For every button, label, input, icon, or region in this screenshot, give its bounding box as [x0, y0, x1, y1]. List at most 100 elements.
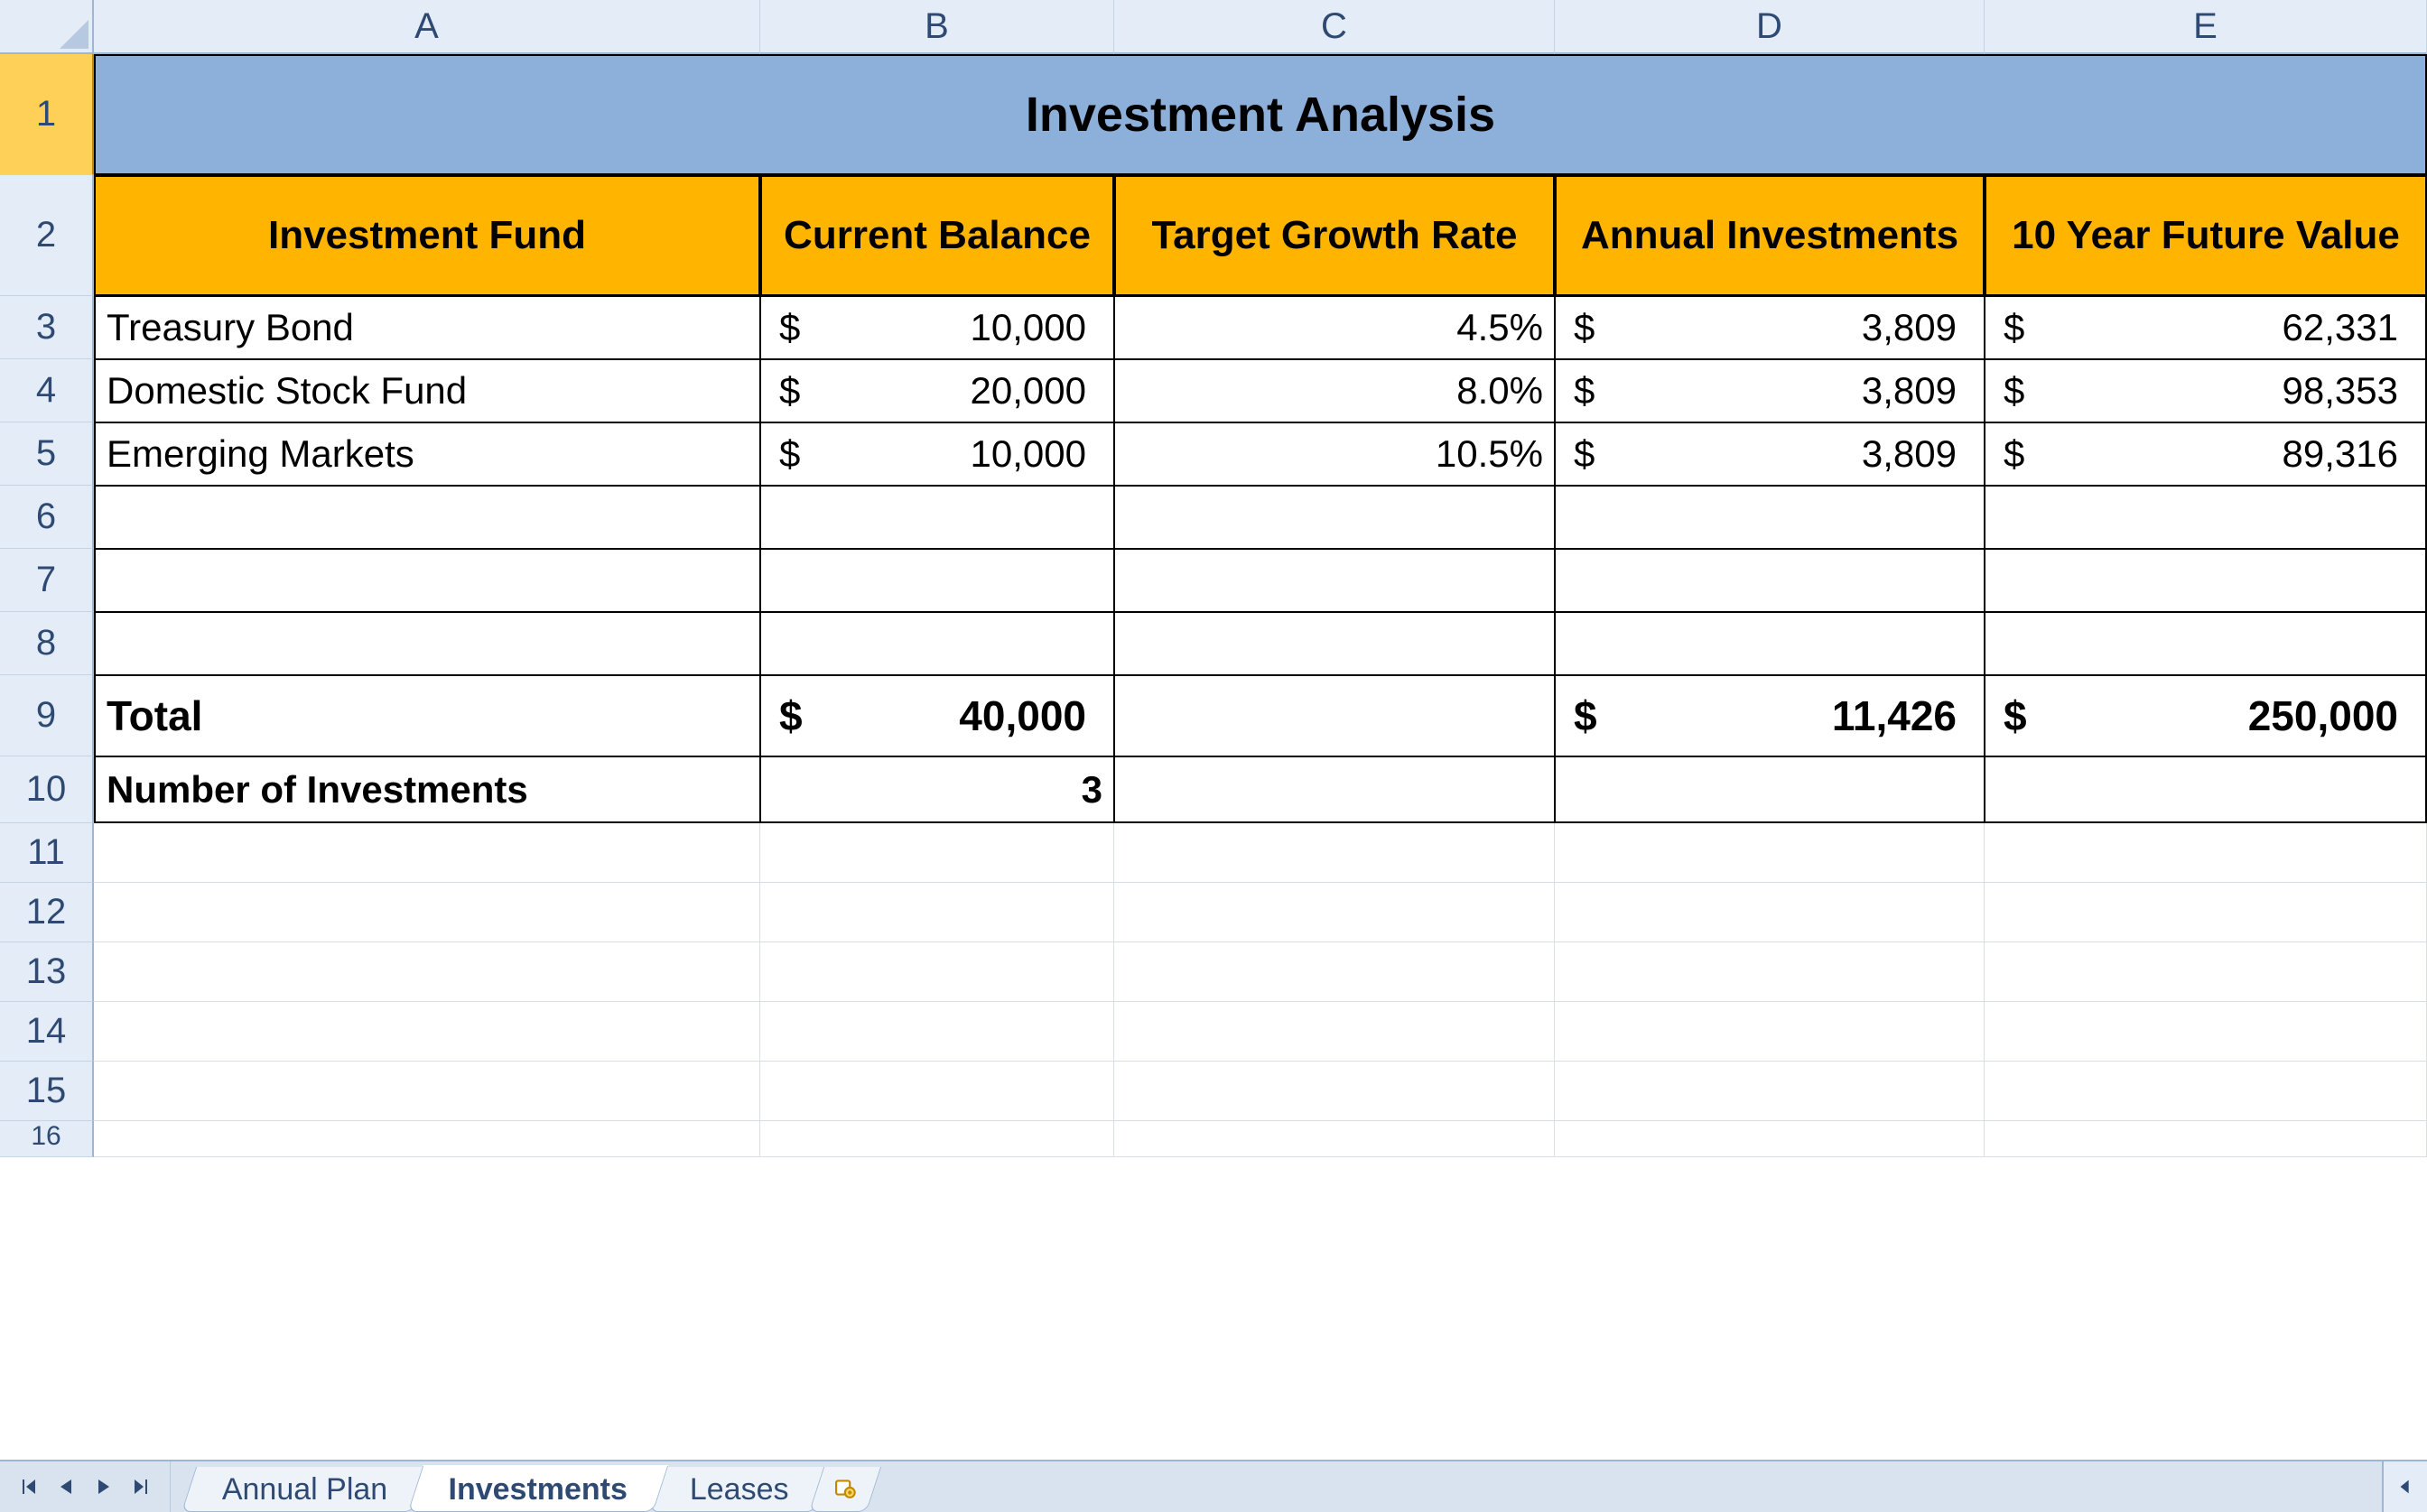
cell-c9[interactable] [1114, 675, 1555, 756]
row-header-16[interactable]: 16 [0, 1121, 94, 1157]
cell-b16[interactable] [760, 1121, 1114, 1157]
cell-e15[interactable] [1985, 1062, 2427, 1121]
header-investment-fund[interactable]: Investment Fund [94, 175, 760, 296]
col-header-a[interactable]: A [94, 0, 760, 54]
cell-e4[interactable]: $98,353 [1985, 359, 2427, 422]
cell-d3[interactable]: $3,809 [1555, 296, 1985, 359]
cell-a15[interactable] [94, 1062, 760, 1121]
cell-b9[interactable]: $40,000 [760, 675, 1114, 756]
cell-b4[interactable]: $20,000 [760, 359, 1114, 422]
cell-e16[interactable] [1985, 1121, 2427, 1157]
header-current-balance[interactable]: Current Balance [760, 175, 1114, 296]
cell-d12[interactable] [1555, 883, 1985, 942]
header-future-value[interactable]: 10 Year Future Value [1985, 175, 2427, 296]
cell-d11[interactable] [1555, 823, 1985, 883]
row-header-8[interactable]: 8 [0, 612, 94, 675]
cell-e6[interactable] [1985, 486, 2427, 549]
cell-c6[interactable] [1114, 486, 1555, 549]
sheet-tab-leases[interactable]: Leases [649, 1467, 830, 1512]
row-header-14[interactable]: 14 [0, 1002, 94, 1062]
cell-a12[interactable] [94, 883, 760, 942]
cell-a13[interactable] [94, 942, 760, 1002]
cell-d15[interactable] [1555, 1062, 1985, 1121]
cell-b14[interactable] [760, 1002, 1114, 1062]
cell-c4[interactable]: 8.0% [1114, 359, 1555, 422]
row-header-3[interactable]: 3 [0, 296, 94, 359]
cell-a8[interactable] [94, 612, 760, 675]
cell-b11[interactable] [760, 823, 1114, 883]
cell-a11[interactable] [94, 823, 760, 883]
row-header-1[interactable]: 1 [0, 54, 94, 175]
cell-b5[interactable]: $10,000 [760, 422, 1114, 486]
cell-e8[interactable] [1985, 612, 2427, 675]
col-header-b[interactable]: B [760, 0, 1114, 54]
cell-c14[interactable] [1114, 1002, 1555, 1062]
row-header-4[interactable]: 4 [0, 359, 94, 422]
cell-c8[interactable] [1114, 612, 1555, 675]
cell-c7[interactable] [1114, 549, 1555, 612]
row-header-10[interactable]: 10 [0, 756, 94, 823]
cell-c5[interactable]: 10.5% [1114, 422, 1555, 486]
tab-nav-last-icon[interactable] [126, 1471, 157, 1502]
row-header-12[interactable]: 12 [0, 883, 94, 942]
cell-d5[interactable]: $3,809 [1555, 422, 1985, 486]
cell-grid[interactable]: Investment Analysis Investment Fund Curr… [94, 54, 2427, 1460]
row-header-15[interactable]: 15 [0, 1062, 94, 1121]
cell-c3[interactable]: 4.5% [1114, 296, 1555, 359]
cell-c11[interactable] [1114, 823, 1555, 883]
cell-a14[interactable] [94, 1002, 760, 1062]
cell-d10[interactable] [1555, 756, 1985, 823]
cell-e10[interactable] [1985, 756, 2427, 823]
sheet-tab-annual-plan[interactable]: Annual Plan [181, 1467, 429, 1512]
cell-e9[interactable]: $250,000 [1985, 675, 2427, 756]
cell-e5[interactable]: $89,316 [1985, 422, 2427, 486]
col-header-d[interactable]: D [1555, 0, 1985, 54]
hscroll-left-button[interactable] [2382, 1461, 2427, 1512]
cell-b7[interactable] [760, 549, 1114, 612]
cell-c13[interactable] [1114, 942, 1555, 1002]
cell-c10[interactable] [1114, 756, 1555, 823]
col-header-e[interactable]: E [1985, 0, 2427, 54]
cell-b6[interactable] [760, 486, 1114, 549]
tab-nav-first-icon[interactable] [13, 1471, 43, 1502]
cell-a4[interactable]: Domestic Stock Fund [94, 359, 760, 422]
cell-c15[interactable] [1114, 1062, 1555, 1121]
cell-c16[interactable] [1114, 1121, 1555, 1157]
cell-e13[interactable] [1985, 942, 2427, 1002]
cell-d14[interactable] [1555, 1002, 1985, 1062]
cell-e3[interactable]: $62,331 [1985, 296, 2427, 359]
cell-a10-count-label[interactable]: Number of Investments [94, 756, 760, 823]
cell-d7[interactable] [1555, 549, 1985, 612]
cell-d6[interactable] [1555, 486, 1985, 549]
header-target-growth-rate[interactable]: Target Growth Rate [1114, 175, 1555, 296]
cell-b12[interactable] [760, 883, 1114, 942]
tab-nav-next-icon[interactable] [88, 1471, 119, 1502]
cell-a9-total[interactable]: Total [94, 675, 760, 756]
cell-b3[interactable]: $10,000 [760, 296, 1114, 359]
cell-d16[interactable] [1555, 1121, 1985, 1157]
select-all-corner[interactable] [0, 0, 94, 54]
cell-b8[interactable] [760, 612, 1114, 675]
cell-d9[interactable]: $11,426 [1555, 675, 1985, 756]
cell-e12[interactable] [1985, 883, 2427, 942]
cell-b10-count[interactable]: 3 [760, 756, 1114, 823]
row-header-9[interactable]: 9 [0, 675, 94, 756]
row-header-13[interactable]: 13 [0, 942, 94, 1002]
cell-e7[interactable] [1985, 549, 2427, 612]
cell-b15[interactable] [760, 1062, 1114, 1121]
sheet-tab-investments[interactable]: Investments [408, 1465, 669, 1512]
cell-e11[interactable] [1985, 823, 2427, 883]
cell-a5[interactable]: Emerging Markets [94, 422, 760, 486]
row-header-7[interactable]: 7 [0, 549, 94, 612]
row-header-5[interactable]: 5 [0, 422, 94, 486]
tab-nav-prev-icon[interactable] [51, 1471, 81, 1502]
cell-e14[interactable] [1985, 1002, 2427, 1062]
row-header-2[interactable]: 2 [0, 175, 94, 296]
col-header-c[interactable]: C [1114, 0, 1555, 54]
cell-a7[interactable] [94, 549, 760, 612]
row-header-6[interactable]: 6 [0, 486, 94, 549]
cell-d8[interactable] [1555, 612, 1985, 675]
title-cell[interactable]: Investment Analysis [94, 54, 2427, 175]
cell-b13[interactable] [760, 942, 1114, 1002]
cell-d4[interactable]: $3,809 [1555, 359, 1985, 422]
